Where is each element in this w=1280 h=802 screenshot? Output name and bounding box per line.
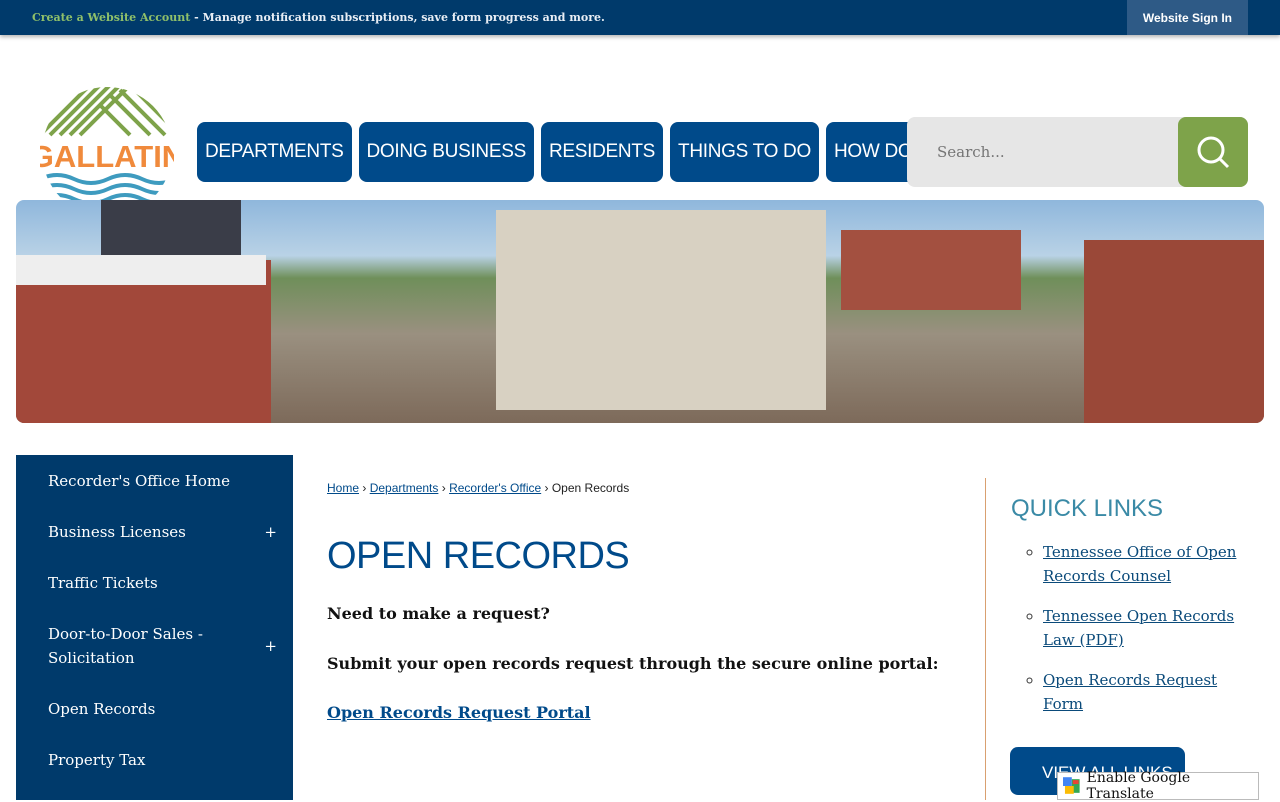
breadcrumb-separator: › bbox=[541, 481, 552, 495]
nav-departments[interactable]: DEPARTMENTS bbox=[197, 122, 352, 182]
sidebar-item-open-records[interactable]: Open Records bbox=[16, 683, 293, 734]
breadcrumb-recorders-office[interactable]: Recorder's Office bbox=[449, 481, 541, 495]
quick-link-item[interactable]: Tennessee Open Records Law (PDF) bbox=[1043, 607, 1234, 649]
sidebar-item-label: Business Licenses bbox=[48, 522, 186, 541]
sidebar-item-label: Traffic Tickets bbox=[48, 573, 158, 592]
create-account-link[interactable]: Create a Website Account bbox=[32, 11, 190, 24]
nav-residents[interactable]: RESIDENTS bbox=[540, 122, 664, 182]
header: GALLATIN DEPARTMENTS DOING BUSINESS RESI… bbox=[0, 35, 1280, 215]
sidebar-item-label: Recorder's Office Home bbox=[48, 471, 231, 490]
open-records-portal-link[interactable]: Open Records Request Portal bbox=[327, 703, 591, 722]
quick-links-title: QUICK LINKS bbox=[1011, 495, 1164, 522]
sidebar-item-label: Property Tax bbox=[48, 750, 146, 769]
top-bar: Create a Website Account - Manage notifi… bbox=[0, 0, 1280, 35]
nav-doing-business[interactable]: DOING BUSINESS bbox=[358, 122, 534, 182]
sidebar-item-traffic-tickets[interactable]: Traffic Tickets bbox=[16, 557, 293, 608]
sidebar-item-property-tax[interactable]: Property Tax bbox=[16, 734, 293, 785]
column-divider bbox=[985, 478, 986, 800]
breadcrumb-separator: › bbox=[438, 481, 450, 495]
breadcrumb-separator: › bbox=[359, 481, 370, 495]
nav-things-to-do[interactable]: THINGS TO DO bbox=[670, 122, 819, 182]
sidebar-nav: Recorder's Office Home Business Licenses… bbox=[16, 455, 293, 800]
sidebar-item-recorders-office-home[interactable]: Recorder's Office Home bbox=[16, 455, 293, 506]
quick-link-item[interactable]: Tennessee Office of Open Records Counsel bbox=[1043, 543, 1236, 585]
search-button[interactable] bbox=[1178, 117, 1248, 187]
breadcrumb: Home › Departments › Recorder's Office ›… bbox=[327, 481, 629, 495]
hero-banner-image bbox=[16, 200, 1264, 423]
breadcrumb-current: Open Records bbox=[551, 481, 630, 495]
google-translate-icon bbox=[1063, 777, 1080, 794]
expand-icon[interactable]: + bbox=[264, 523, 277, 541]
expand-icon[interactable]: + bbox=[264, 634, 277, 658]
request-question: Need to make a request? bbox=[327, 604, 550, 623]
search-input[interactable] bbox=[907, 143, 1177, 161]
main-nav: DEPARTMENTS DOING BUSINESS RESIDENTS THI… bbox=[197, 122, 946, 182]
search-box bbox=[907, 117, 1248, 187]
quick-link-item[interactable]: Open Records Request Form bbox=[1043, 671, 1217, 713]
gallatin-logo[interactable]: GALLATIN bbox=[40, 85, 174, 219]
sidebar-item-label: Door-to-Door Sales - Solicitation bbox=[48, 624, 203, 667]
page-title: OPEN RECORDS bbox=[327, 535, 630, 577]
sidebar-item-label: Open Records bbox=[48, 699, 156, 718]
logo-text: GALLATIN bbox=[40, 139, 174, 174]
account-message-text: - Manage notification subscriptions, sav… bbox=[190, 11, 605, 24]
sign-in-button[interactable]: Website Sign In bbox=[1126, 0, 1248, 35]
account-message: Create a Website Account - Manage notifi… bbox=[32, 11, 605, 24]
breadcrumb-departments[interactable]: Departments bbox=[370, 481, 439, 495]
google-translate-label: Enable Google Translate bbox=[1086, 770, 1191, 802]
request-instructions: Submit your open records request through… bbox=[327, 654, 939, 673]
google-translate-button[interactable]: Enable Google Translate bbox=[1057, 770, 1259, 802]
breadcrumb-home[interactable]: Home bbox=[327, 481, 359, 495]
sidebar-item-business-licenses[interactable]: Business Licenses + bbox=[16, 506, 293, 557]
search-icon bbox=[1197, 136, 1230, 169]
sidebar-item-door-to-door-sales[interactable]: Door-to-Door Sales - Solicitation + bbox=[16, 608, 293, 683]
